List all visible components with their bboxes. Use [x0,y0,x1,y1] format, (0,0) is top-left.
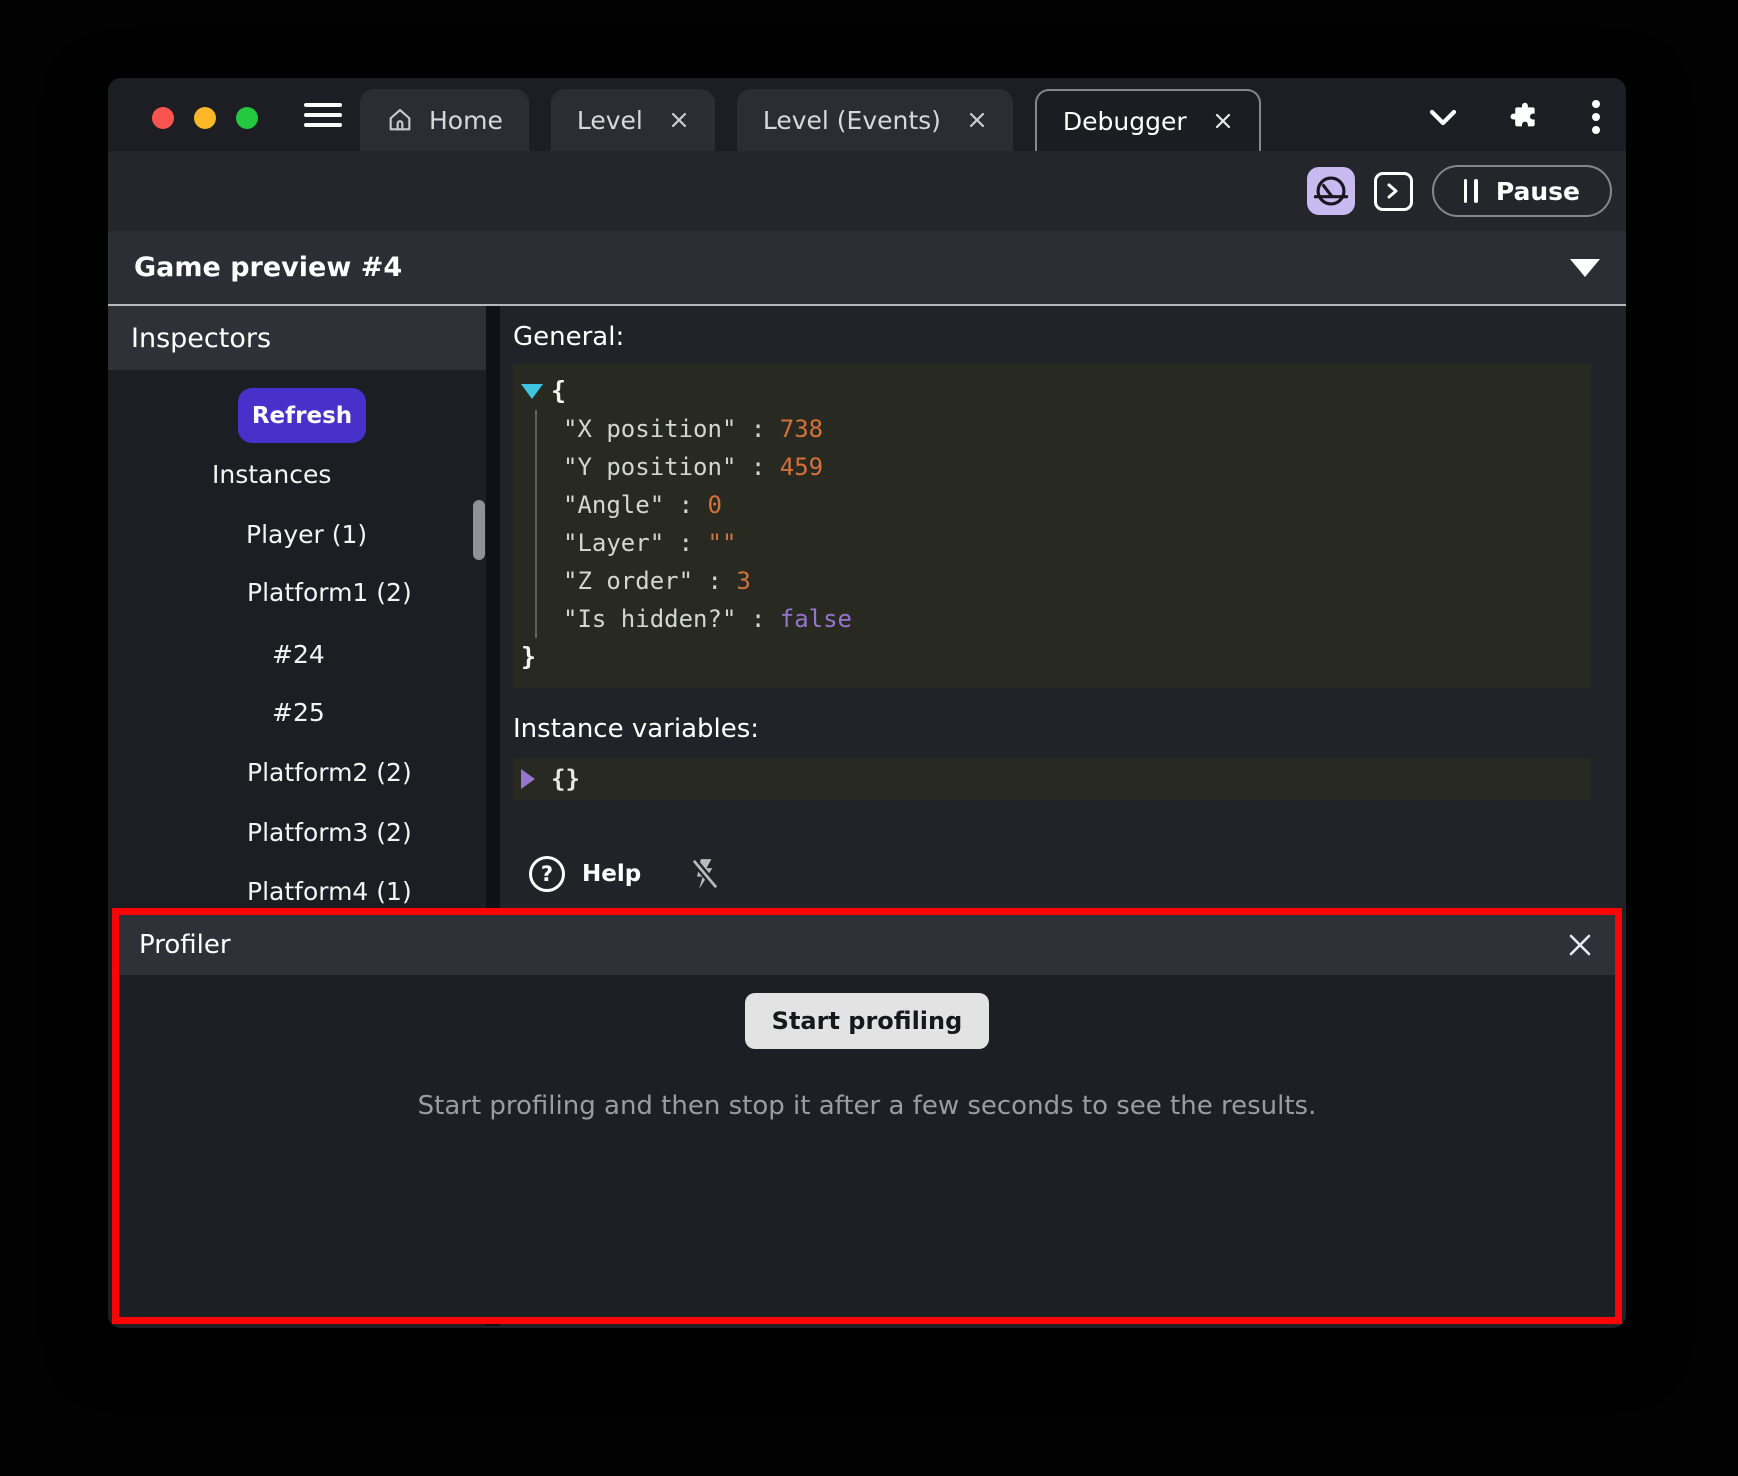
sidebar-scrollbar[interactable] [473,500,485,560]
tab-label: Level [577,106,643,135]
tree-item-player[interactable]: Player (1) [246,520,367,549]
tree-item-platform4[interactable]: Platform4 (1) [247,877,412,906]
tree-item-platform3[interactable]: Platform3 (2) [247,818,412,847]
json-property-row: "Is hidden?" : false [563,600,1591,638]
object-open-brace: { [551,372,566,410]
collapse-chevron-icon[interactable] [1570,259,1600,277]
minimize-window-button[interactable] [194,107,216,129]
general-json-viewer: { "X position" : 738 "Y position" : 459 … [513,364,1591,688]
profiler-title: Profiler [139,930,231,960]
tree-item-platform2[interactable]: Platform2 (2) [247,758,412,787]
home-icon [386,106,414,134]
instance-variables-viewer: {} [513,758,1591,800]
tabbar-right-actions [1428,98,1626,136]
property-value: 459 [780,453,823,481]
instance-variables-label: Instance variables: [513,714,1626,744]
expand-collapse-icon[interactable] [521,384,543,399]
tree-item-24[interactable]: #24 [272,640,325,669]
close-tab-icon[interactable] [1213,111,1233,131]
close-tab-icon[interactable] [669,110,689,130]
pause-icon [1464,179,1478,203]
close-profiler-icon[interactable] [1565,930,1595,960]
instance-variables-value: {} [551,765,580,793]
tab-level-events[interactable]: Level (Events) [737,89,1013,151]
tab-label: Home [429,106,503,135]
property-value: 3 [736,567,750,595]
expand-icon[interactable] [521,769,535,789]
help-label[interactable]: Help [582,861,641,887]
game-preview-title: Game preview #4 [134,252,402,283]
tab-label: Level (Events) [763,106,941,135]
object-close-brace: } [521,642,536,671]
property-value: "" [708,529,737,557]
tab-bar: Home Level Level (Events) Debugger [108,78,1626,151]
tree-item-25[interactable]: #25 [272,698,325,727]
pause-button[interactable]: Pause [1432,165,1612,217]
inspectors-header-label: Inspectors [131,323,271,354]
property-value: false [780,605,852,633]
tab-strip: Home Level Level (Events) Debugger [360,89,1283,151]
game-preview-header[interactable]: Game preview #4 [108,231,1626,306]
help-row: ? Help [513,856,1626,892]
menu-hamburger-icon[interactable] [304,103,342,127]
tree-item-platform1[interactable]: Platform1 (2) [247,578,412,607]
start-profiling-button[interactable]: Start profiling [745,993,990,1049]
app-window: Home Level Level (Events) Debugger [108,78,1626,1328]
close-tab-icon[interactable] [967,110,987,130]
profiler-body: Start profiling Start profiling and then… [119,975,1615,1121]
chevron-down-icon[interactable] [1428,106,1458,128]
tab-label: Debugger [1063,107,1187,136]
traffic-lights [152,107,258,129]
kebab-menu-icon[interactable] [1590,98,1602,136]
extensions-puzzle-icon[interactable] [1508,101,1540,133]
json-indent-guide: "X position" : 738 "Y position" : 459 "A… [535,410,1591,638]
profiler-description: Start profiling and then stop it after a… [119,1091,1615,1121]
console-icon-button[interactable] [1374,172,1413,211]
profiler-panel: Profiler Start profiling Start profiling… [112,908,1622,1324]
json-property-row: "Layer" : "" [563,524,1591,562]
close-window-button[interactable] [152,107,174,129]
general-label: General: [513,322,1626,352]
refresh-button[interactable]: Refresh [238,388,366,443]
pause-button-label: Pause [1496,177,1580,206]
inspectors-header: Inspectors [108,306,486,370]
tree-item-instances[interactable]: Instances [212,460,331,489]
debugger-toolbar: Pause [108,151,1626,231]
tab-home[interactable]: Home [360,89,529,151]
json-property-row: "Z order" : 3 [563,562,1591,600]
property-value: 0 [708,491,722,519]
property-value: 738 [780,415,823,443]
profiler-gauge-icon-button[interactable] [1307,167,1355,215]
zoom-window-button[interactable] [236,107,258,129]
json-property-row: "X position" : 738 [563,410,1591,448]
profiler-header: Profiler [119,915,1615,975]
flash-off-icon[interactable] [687,856,723,892]
tab-level[interactable]: Level [551,89,715,151]
help-question-icon[interactable]: ? [529,856,565,892]
tab-debugger[interactable]: Debugger [1035,89,1261,151]
json-property-row: "Angle" : 0 [563,486,1591,524]
json-property-row: "Y position" : 459 [563,448,1591,486]
